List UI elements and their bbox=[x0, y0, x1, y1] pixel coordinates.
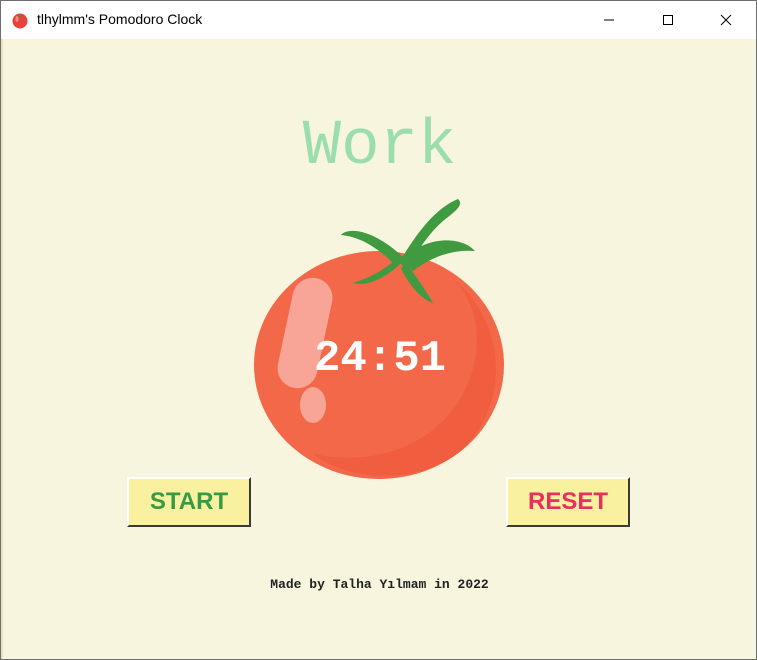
time-remaining: 24:51 bbox=[313, 334, 447, 384]
close-icon bbox=[720, 14, 732, 26]
tomato-icon bbox=[12, 13, 28, 29]
mode-label: Work bbox=[302, 111, 457, 183]
app-window: tlhylmm's Pomodoro Clock Work 24:51 STAR… bbox=[0, 0, 757, 660]
reset-button[interactable]: RESET bbox=[506, 477, 630, 527]
start-button[interactable]: START bbox=[127, 477, 251, 527]
close-button[interactable] bbox=[703, 1, 749, 39]
app-canvas: Work 24:51 START RESET Made by Talha Yıl… bbox=[1, 39, 756, 659]
credit-text: Made by Talha Yılmam in 2022 bbox=[270, 577, 489, 592]
minimize-icon bbox=[604, 19, 614, 21]
minimize-button[interactable] bbox=[586, 1, 632, 39]
maximize-button[interactable] bbox=[645, 1, 691, 39]
title-bar[interactable]: tlhylmm's Pomodoro Clock bbox=[1, 1, 756, 39]
window-title: tlhylmm's Pomodoro Clock bbox=[37, 11, 203, 27]
maximize-icon bbox=[663, 15, 673, 25]
